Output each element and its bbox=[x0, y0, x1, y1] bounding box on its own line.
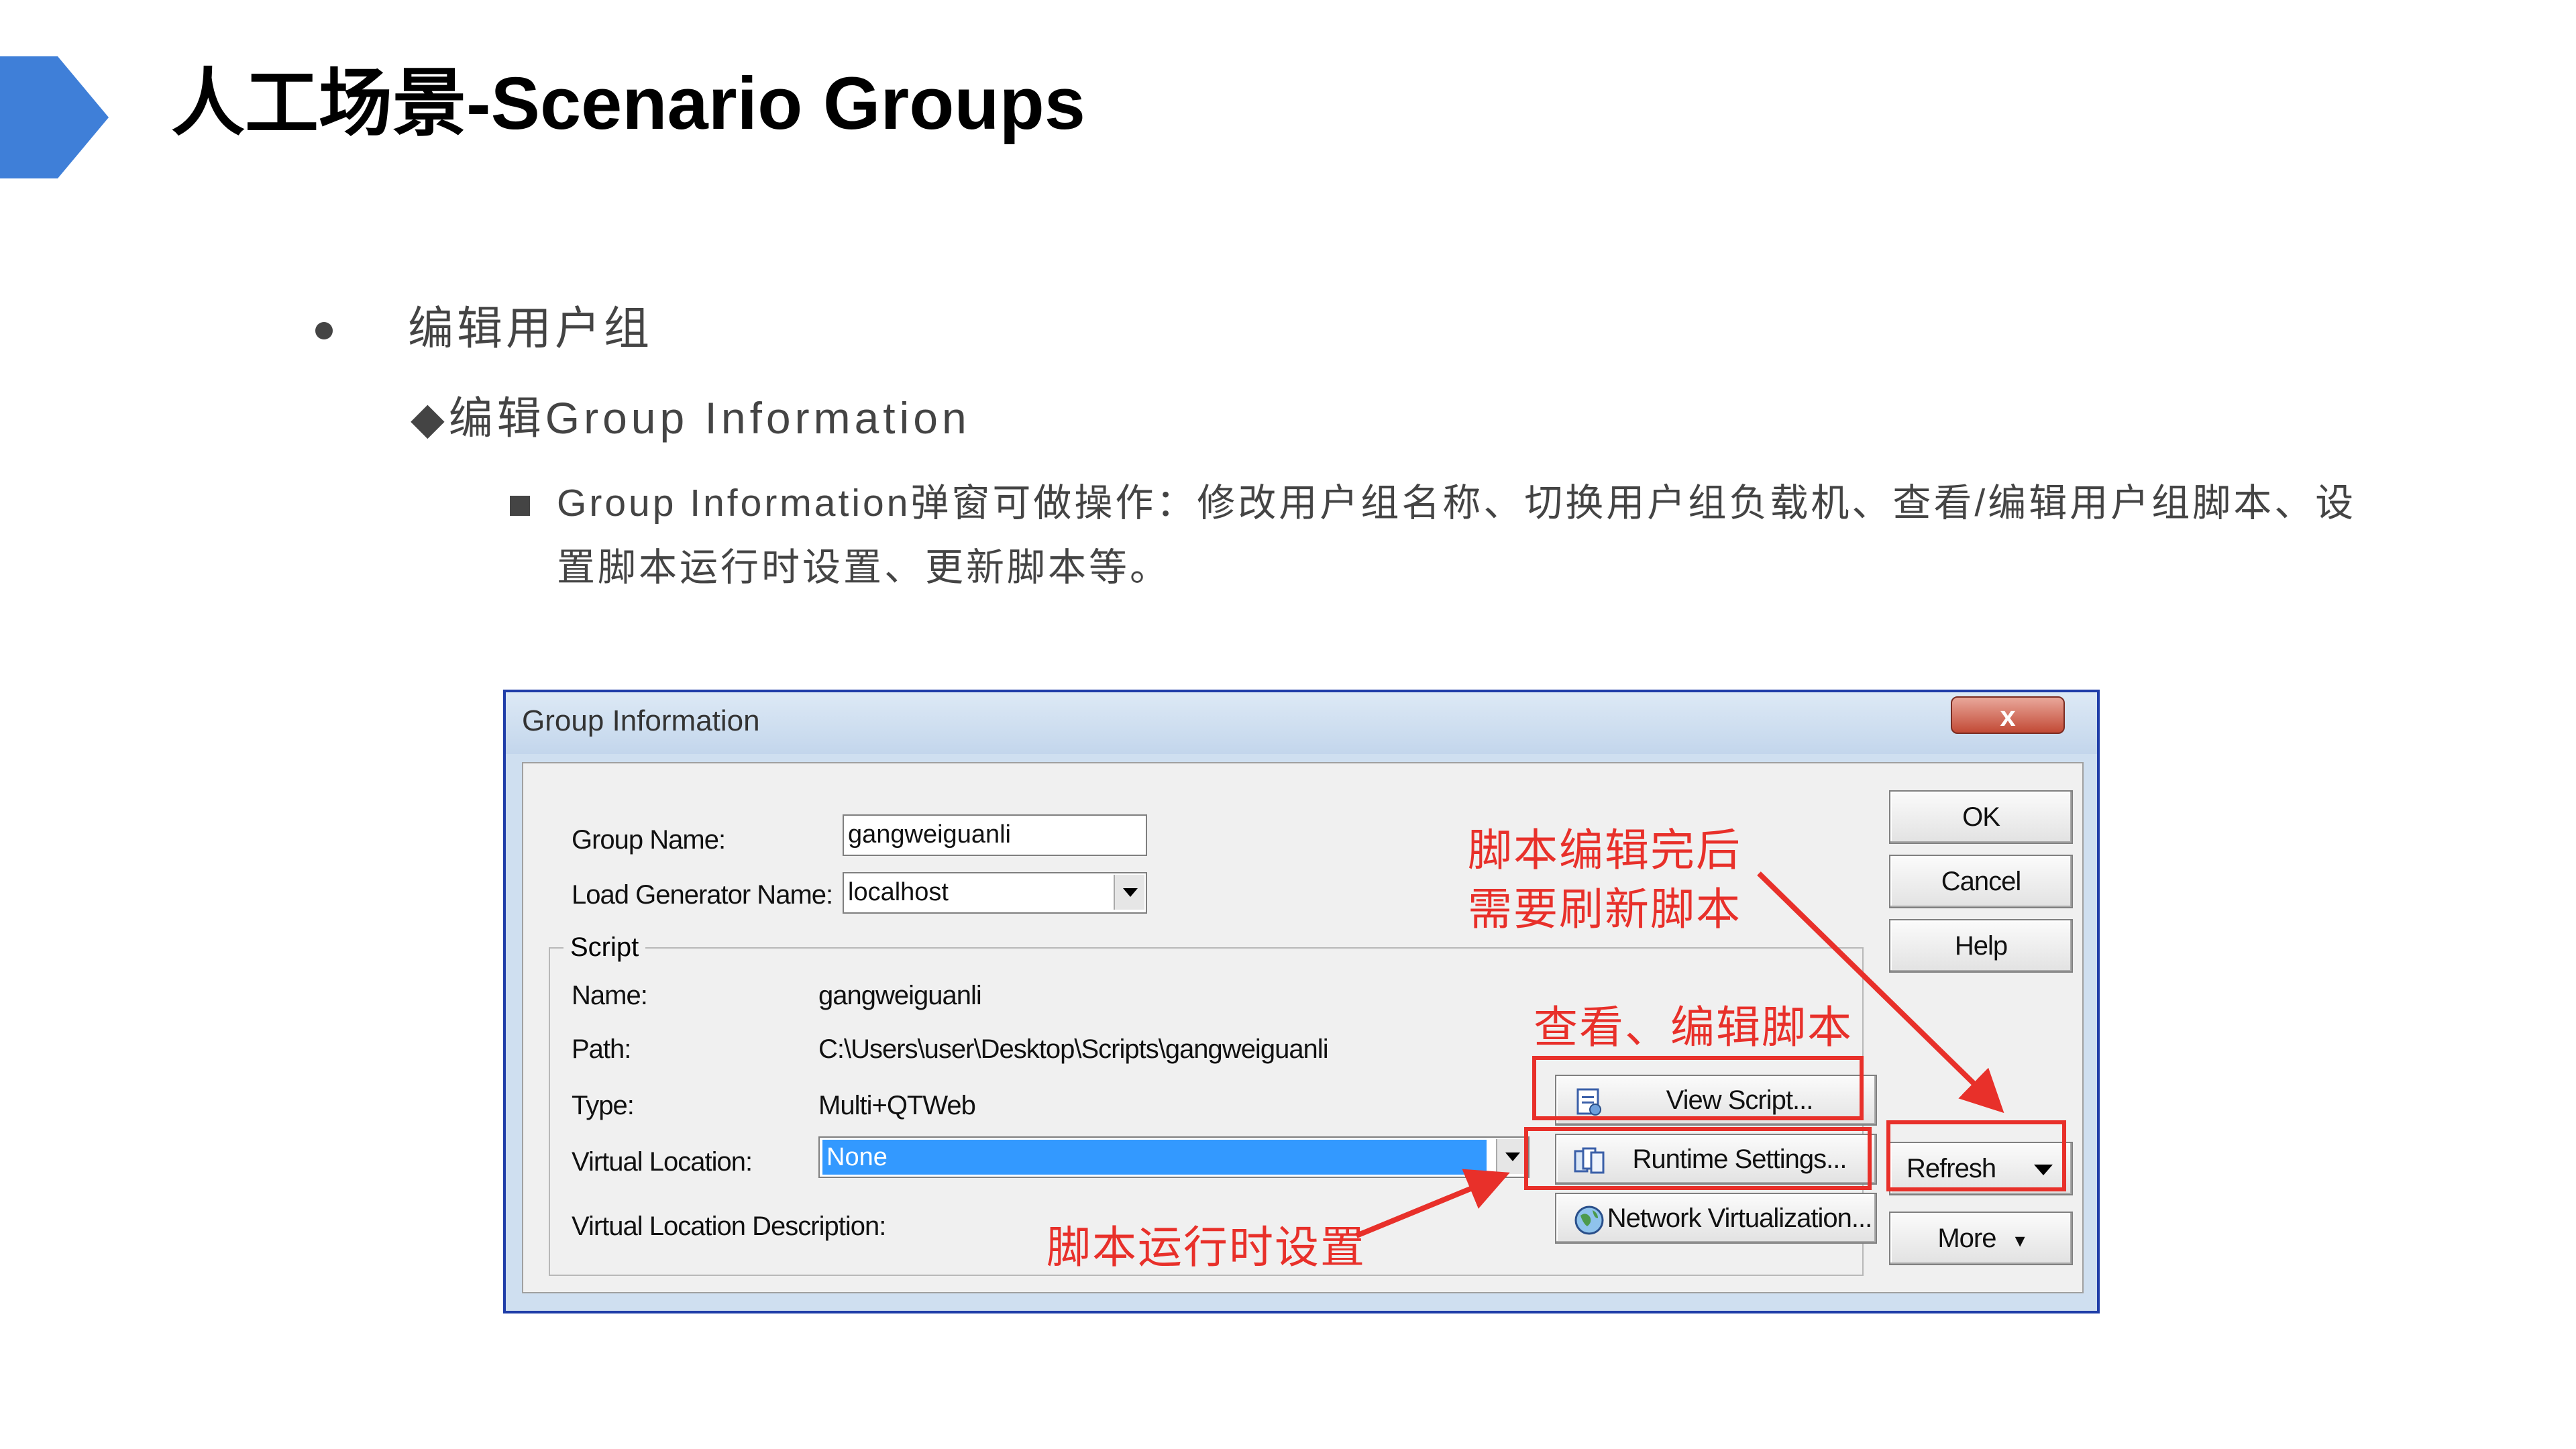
arrow-to-refresh bbox=[1757, 871, 2004, 1114]
annotation-runtime-settings: 脚本运行时设置 bbox=[1046, 1222, 1366, 1272]
annotation-refresh-line1: 脚本编辑完后 bbox=[1468, 825, 1741, 875]
arrow-to-runtime-settings bbox=[1355, 1169, 1510, 1238]
annotation-refresh-line2: 需要刷新脚本 bbox=[1468, 884, 1741, 934]
annotation-view-script: 查看、编辑脚本 bbox=[1534, 1002, 1853, 1052]
